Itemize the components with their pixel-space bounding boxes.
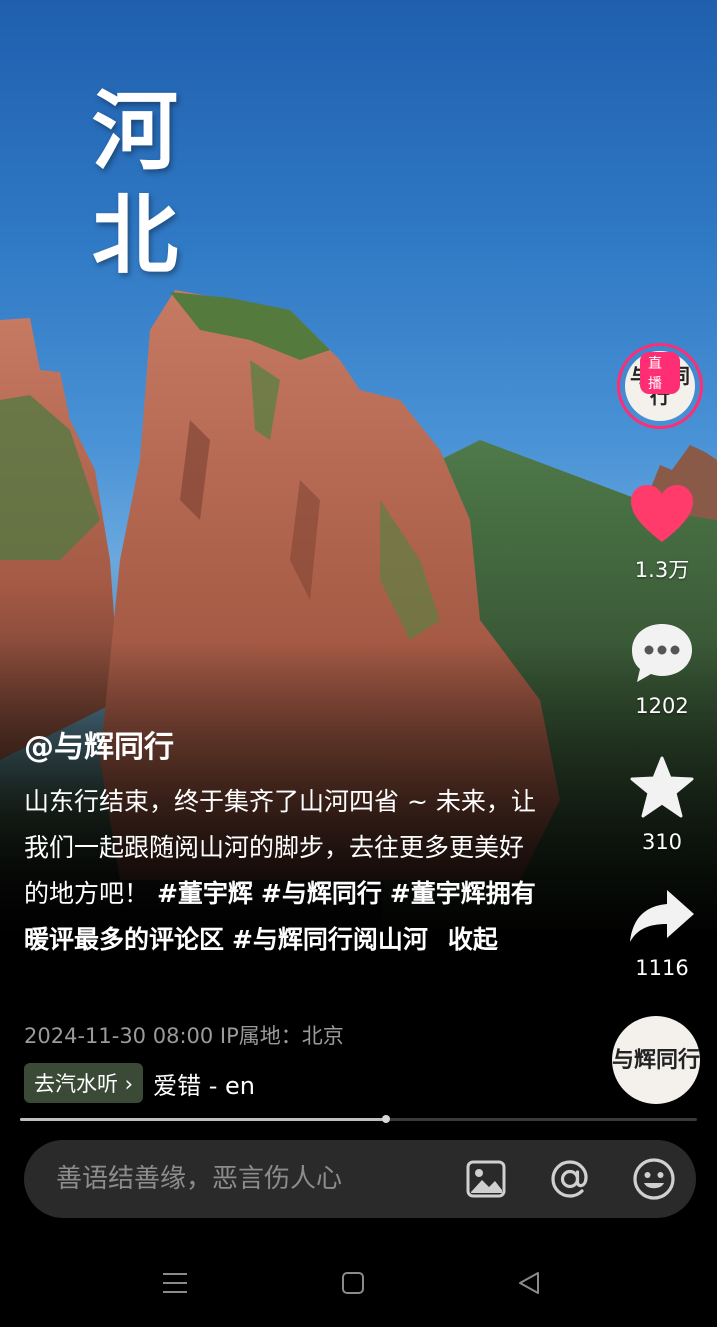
favorite-button[interactable]: 310 [607, 756, 717, 854]
live-badge: 直播 [640, 352, 680, 394]
system-navbar [0, 1245, 717, 1327]
music-disc[interactable]: 与辉同行 [612, 1016, 700, 1104]
author-name[interactable]: @与辉同行 [24, 727, 544, 769]
collapse-button[interactable]: 收起 [448, 925, 498, 954]
share-icon [630, 890, 694, 942]
video-title-overlay: 河 北 [92, 80, 180, 288]
hashtag[interactable]: #董宇辉 [157, 879, 253, 908]
share-button[interactable]: 1116 [607, 886, 717, 980]
favorite-count: 310 [641, 830, 683, 854]
overlay-line-2: 北 [92, 185, 180, 286]
progress-knob[interactable] [381, 1115, 390, 1123]
overlay-line-1: 河 [92, 81, 180, 182]
comment-input[interactable] [24, 1163, 444, 1195]
star-icon [630, 756, 694, 818]
hashtag[interactable]: #与辉同行 [261, 879, 382, 908]
description: 山东行结束，终于集齐了山河四省 ~ 未来，让我们一起跟随阅山河的脚步，去往更多更… [24, 779, 544, 963]
music-title[interactable]: 爱错 - en [153, 1066, 255, 1101]
emoji-icon[interactable] [612, 1140, 696, 1218]
like-button[interactable]: 1.3万 [607, 484, 717, 584]
comment-icon [632, 624, 692, 682]
back-icon[interactable] [517, 1271, 541, 1299]
home-icon[interactable] [341, 1271, 365, 1299]
caption: @与辉同行 山东行结束，终于集齐了山河四省 ~ 未来，让我们一起跟随阅山河的脚步… [24, 727, 544, 963]
music-row: 去汽水听 › 爱错 - en [24, 1063, 255, 1103]
image-icon[interactable] [444, 1140, 528, 1218]
share-count: 1116 [635, 956, 689, 980]
post-meta: 2024-11-30 08:00 IP属地：北京 [24, 1024, 344, 1048]
video-progress-bar[interactable] [20, 1115, 697, 1123]
like-count: 1.3万 [634, 558, 690, 582]
heart-icon [631, 485, 693, 542]
author-live-avatar[interactable]: 与辉同行 直播 [617, 343, 703, 429]
comment-count: 1202 [635, 694, 689, 718]
progress-fill [20, 1118, 386, 1121]
hashtag[interactable]: #与辉同行阅山河 [232, 925, 428, 954]
action-rail: 与辉同行 直播 1.3万 1202 310 1116 与辉同行 [607, 0, 717, 1120]
comment-bar [24, 1140, 696, 1218]
comment-button[interactable]: 1202 [607, 622, 717, 718]
at-icon[interactable] [528, 1140, 612, 1218]
open-music-app-button[interactable]: 去汽水听 › [24, 1063, 144, 1103]
menu-icon[interactable] [162, 1271, 188, 1299]
